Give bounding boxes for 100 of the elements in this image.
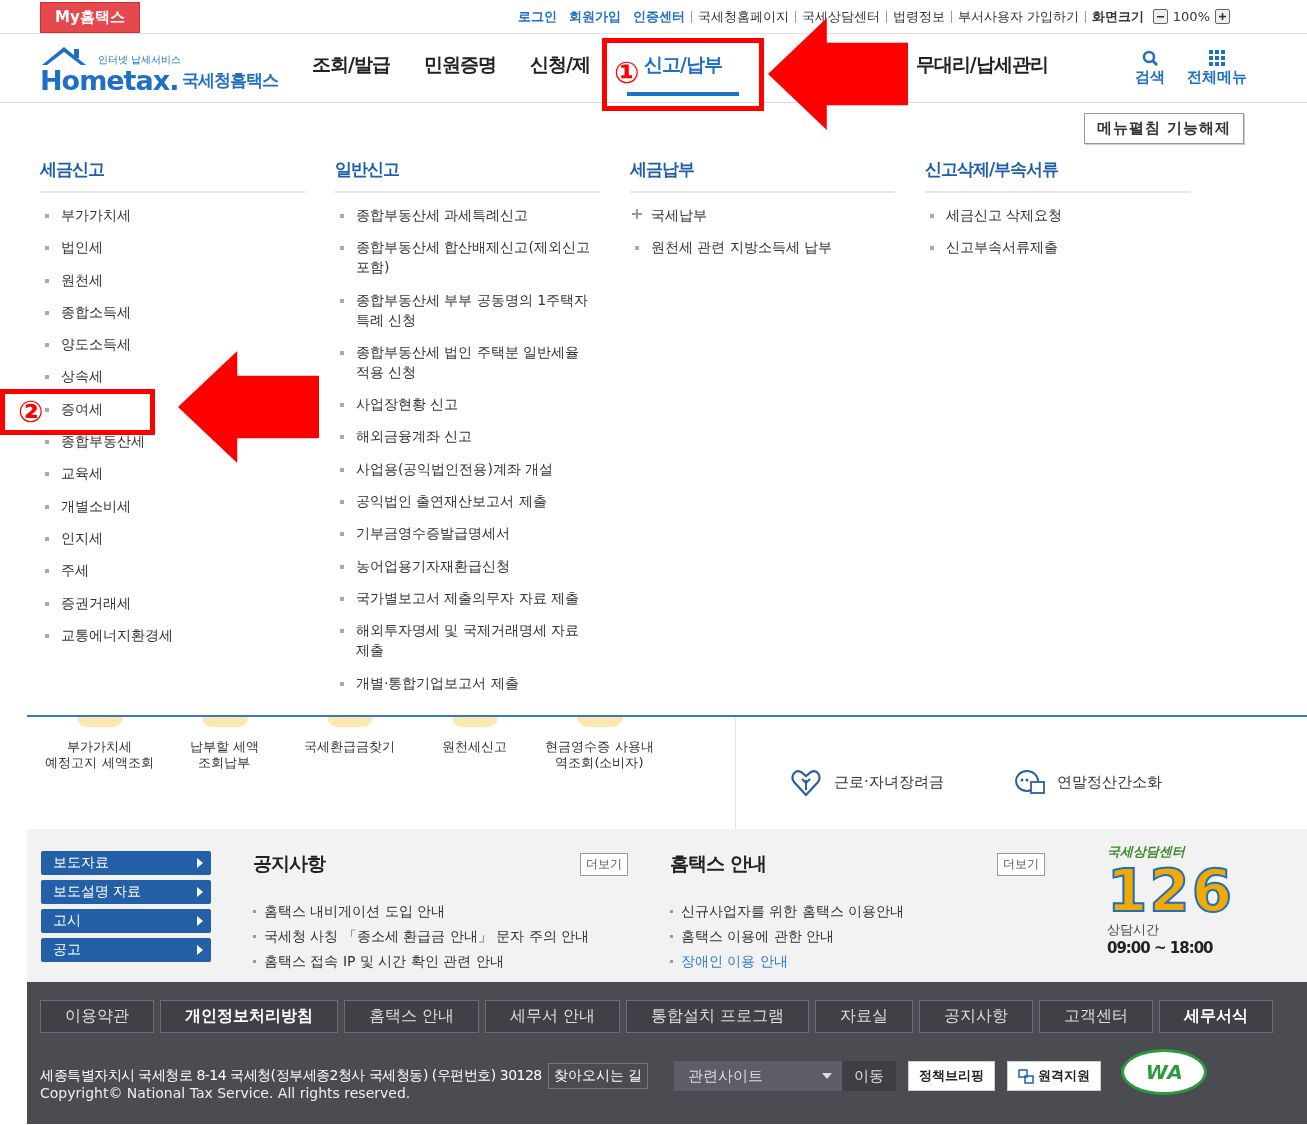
zoom-value: 100% bbox=[1171, 9, 1211, 24]
menu-column-heading: 세금납부 bbox=[630, 158, 895, 193]
grid-icon bbox=[1209, 49, 1225, 66]
nav-tab[interactable]: 신청/제 bbox=[512, 40, 607, 96]
triangle-right-icon bbox=[197, 887, 203, 897]
zoom-in-button[interactable] bbox=[1215, 9, 1230, 24]
notice-link[interactable]: 홈택스 이용에 관한 안내 bbox=[681, 924, 835, 949]
quick-menu-link[interactable]: 원천세신고 bbox=[442, 739, 507, 755]
triangle-right-icon bbox=[197, 858, 203, 868]
menu-link[interactable]: 주세 bbox=[61, 560, 89, 581]
menu-link[interactable]: 종합부동산세 부부 공동명의 1주택자 특례 신청 bbox=[356, 289, 596, 330]
menu-link[interactable]: 법인세 bbox=[61, 237, 103, 258]
menu-link[interactable]: 농어업용기자재환급신청 bbox=[356, 555, 510, 576]
board-title: 홈택스 안내 bbox=[670, 851, 766, 876]
board-title: 공지사항 bbox=[253, 851, 325, 876]
more-button[interactable]: 더보기 bbox=[997, 852, 1045, 876]
nav-tab[interactable]: 무대리/납세관리 bbox=[915, 40, 1065, 96]
quick-menu-link[interactable]: 연말정산간소화 bbox=[1013, 735, 1162, 829]
remote-support-button[interactable]: 원격지원 bbox=[1007, 1061, 1102, 1091]
menu-link[interactable]: 종합부동산세 bbox=[61, 431, 145, 452]
side-menu-button[interactable]: 공고 bbox=[41, 938, 211, 962]
notice-link[interactable]: 신규사업자를 위한 홈택스 이용안내 bbox=[681, 899, 905, 924]
footer-link[interactable]: 고객센터 bbox=[1039, 1000, 1154, 1033]
footer-link[interactable]: 통합설치 프로그램 bbox=[626, 1000, 810, 1033]
menu-column-heading: 일반신고 bbox=[335, 158, 600, 193]
quick-icon bbox=[451, 717, 498, 727]
all-menu-button[interactable]: 전체메뉴 bbox=[1187, 49, 1247, 87]
more-button[interactable]: 더보기 bbox=[580, 852, 628, 876]
quick-menu-link[interactable]: 국세환급금찾기 bbox=[304, 739, 395, 755]
logo-tagline: 인터넷 납세서비스 bbox=[98, 52, 182, 67]
related-sites-select[interactable]: 관련사이트 bbox=[674, 1061, 843, 1091]
notice-link[interactable]: 홈택스 접속 IP 및 시간 확인 관련 안내 bbox=[264, 949, 504, 974]
menu-link[interactable]: 증권거래세 bbox=[61, 592, 131, 613]
notice-link[interactable]: 홈택스 내비게이션 도입 안내 bbox=[264, 899, 446, 924]
menu-link[interactable]: 교통에너지환경세 bbox=[61, 624, 173, 645]
top-link[interactable]: 로그인 bbox=[511, 7, 563, 26]
menu-link[interactable]: 상속세 bbox=[61, 366, 103, 387]
quick-menu-link[interactable]: 부가가치세 예정고지 세액조회 bbox=[45, 739, 154, 771]
menu-link[interactable]: 사업장현황 신고 bbox=[356, 394, 459, 415]
menu-toggle-button[interactable]: 메뉴펼침 기능해제 bbox=[1083, 113, 1244, 144]
directions-button[interactable]: 찾아오시는 길 bbox=[547, 1063, 649, 1089]
menu-link[interactable]: 세금신고 삭제요청 bbox=[946, 205, 1063, 225]
menu-link[interactable]: 원천세 bbox=[61, 269, 103, 290]
footer-link[interactable]: 세무서 안내 bbox=[485, 1000, 621, 1033]
menu-link[interactable]: 양도소득세 bbox=[61, 334, 131, 355]
menu-link[interactable]: 국가별보고서 제출의무자 자료 제출 bbox=[356, 587, 580, 608]
plus-icon bbox=[632, 209, 642, 219]
menu-link[interactable]: 인지세 bbox=[61, 527, 103, 548]
footer-link[interactable]: 이용약관 bbox=[40, 1000, 154, 1033]
menu-link[interactable]: 증여세 bbox=[61, 398, 103, 419]
menu-link[interactable]: 공익법인 출연재산보고서 제출 bbox=[356, 491, 547, 512]
menu-link[interactable]: 종합소득세 bbox=[61, 301, 131, 322]
policy-briefing-button[interactable]: 정책브리핑 bbox=[908, 1061, 996, 1091]
side-menu-button[interactable]: 고시 bbox=[41, 909, 211, 933]
top-link[interactable]: 법령정보 bbox=[886, 7, 951, 26]
quick-menu-link[interactable]: 납부할 세액 조회납부 bbox=[189, 739, 260, 771]
menu-link[interactable]: 개별·통합기업보고서 제출 bbox=[356, 672, 519, 693]
quick-menu-link[interactable]: 현금영수증 사용내 역조회(소비자) bbox=[545, 739, 654, 771]
top-link[interactable]: 부서사용자 가입하기 bbox=[951, 7, 1085, 26]
go-button[interactable]: 이동 bbox=[842, 1061, 897, 1091]
menu-link[interactable]: 종합부동산세 과세특례신고 bbox=[356, 205, 529, 225]
footer-link[interactable]: 자료실 bbox=[815, 1000, 914, 1033]
top-link[interactable]: 회원가입 bbox=[562, 7, 627, 26]
top-link[interactable]: 인증센터 bbox=[626, 7, 691, 26]
arrow-icon bbox=[178, 351, 319, 463]
hours-text: 09:00 ~ 18:00 bbox=[1107, 939, 1214, 957]
my-hometax-tab[interactable]: My홈택스 bbox=[40, 2, 140, 33]
menu-link[interactable]: 해외투자명세 및 국제거래명세 자료 제출 bbox=[356, 620, 596, 661]
hometax-logo[interactable]: 인터넷 납세서비스 Hometax.국세청홈택스 bbox=[40, 42, 295, 94]
menu-link[interactable]: 교육세 bbox=[61, 463, 103, 484]
footer-link[interactable]: 개인정보처리방침 bbox=[160, 1000, 338, 1033]
call-center-title: 국세상담센터 bbox=[1107, 843, 1187, 861]
menu-link[interactable]: 사업용(공익법인전용)계좌 개설 bbox=[356, 458, 554, 479]
heart-icon bbox=[791, 768, 822, 796]
menu-link[interactable]: 종합부동산세 법인 주택분 일반세율 적용 신청 bbox=[356, 341, 596, 382]
notice-link[interactable]: 국세청 사칭 「종소세 환급금 안내」 문자 주의 안내 bbox=[264, 924, 590, 949]
menu-link[interactable]: 원천세 관련 지방소득세 납부 bbox=[651, 237, 833, 258]
zoom-out-button[interactable] bbox=[1152, 9, 1168, 24]
footer-link[interactable]: 세무서식 bbox=[1159, 1000, 1274, 1033]
side-menu-button[interactable]: 보도설명 자료 bbox=[41, 880, 211, 904]
menu-link[interactable]: 해외금융계좌 신고 bbox=[356, 426, 473, 447]
nav-tab[interactable]: 조회/발급 bbox=[295, 40, 407, 96]
plus-icon bbox=[1218, 12, 1227, 21]
menu-link[interactable]: 국세납부 bbox=[651, 205, 707, 225]
menu-link[interactable]: 기부금영수증발급명세서 bbox=[356, 523, 510, 544]
menu-link[interactable]: 신고부속서류제출 bbox=[946, 237, 1058, 258]
nav-tab[interactable]: 민원증명 bbox=[406, 40, 513, 96]
side-menu-button[interactable]: 보도자료 bbox=[41, 851, 211, 875]
footer-link[interactable]: 홈택스 안내 bbox=[344, 1000, 480, 1033]
step-number: ② bbox=[18, 397, 44, 427]
quick-menu-link[interactable]: 근로·자녀장려금 bbox=[791, 735, 944, 829]
menu-link[interactable]: 개별소비세 bbox=[61, 495, 131, 516]
top-link[interactable]: 국세상담센터 bbox=[795, 7, 886, 26]
search-button[interactable]: 검색 bbox=[1135, 49, 1165, 87]
menu-link[interactable]: 부가가치세 bbox=[61, 205, 131, 225]
top-link[interactable]: 국세청홈페이지 bbox=[691, 7, 795, 26]
notice-link[interactable]: 장애인 이용 안내 bbox=[681, 949, 788, 974]
windows-icon bbox=[1018, 1068, 1035, 1084]
menu-link[interactable]: 종합부동산세 합산배제신고(제외신고 포함) bbox=[356, 237, 596, 278]
footer-link[interactable]: 공지사항 bbox=[919, 1000, 1034, 1033]
